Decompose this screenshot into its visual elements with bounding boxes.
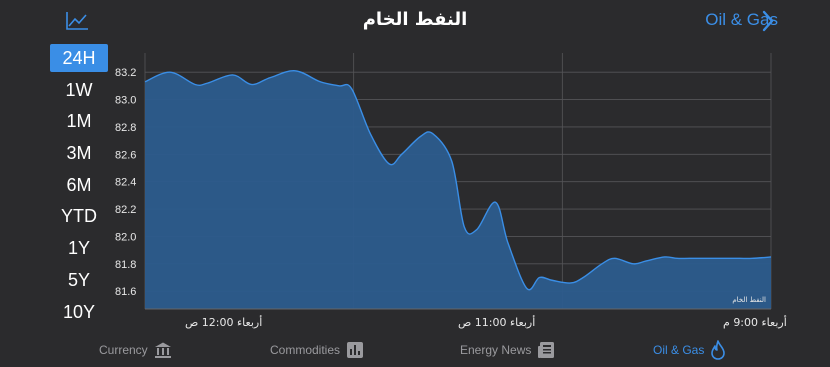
tab-commodities[interactable]: Commodities — [270, 338, 364, 362]
y-tick-label: 82.4 — [115, 177, 136, 189]
tab-label: Currency — [99, 343, 148, 357]
x-tick-label: أربعاء 12:00 ص — [185, 315, 262, 329]
tab-currency[interactable]: Currency — [99, 338, 172, 362]
y-tick-label: 81.8 — [115, 259, 136, 271]
chart-watermark: النفط الخام — [732, 296, 766, 304]
tab-label: Commodities — [270, 343, 341, 357]
y-tick-label: 82.0 — [115, 231, 136, 243]
y-tick-label: 83.2 — [115, 67, 136, 79]
y-tick-label: 82.8 — [115, 122, 136, 134]
tab-energy-news[interactable]: Energy News — [460, 338, 555, 362]
y-tick-label: 83.0 — [115, 95, 136, 107]
y-tick-label: 82.6 — [115, 149, 136, 161]
bank-icon — [154, 342, 171, 358]
tab-oil-gas[interactable]: Oil & Gas — [653, 338, 726, 362]
newspaper-icon — [538, 342, 555, 358]
price-chart[interactable]: 83.2 83.0 82.8 82.6 82.4 82.2 82.0 81.8 81.6 أربع… — [0, 0, 830, 334]
y-tick-label: 81.6 — [115, 286, 136, 298]
tab-bar: Currency Commodities Energy News Oil & G… — [0, 334, 830, 367]
tab-label: Energy News — [460, 343, 532, 357]
tab-label: Oil & Gas — [653, 343, 705, 357]
flame-icon — [711, 340, 726, 360]
bar-chart-icon — [347, 342, 364, 358]
x-tick-label: أربعاء 9:00 م — [723, 315, 787, 329]
x-tick-label: أربعاء 11:00 ص — [458, 315, 535, 329]
y-tick-label: 82.2 — [115, 204, 136, 216]
